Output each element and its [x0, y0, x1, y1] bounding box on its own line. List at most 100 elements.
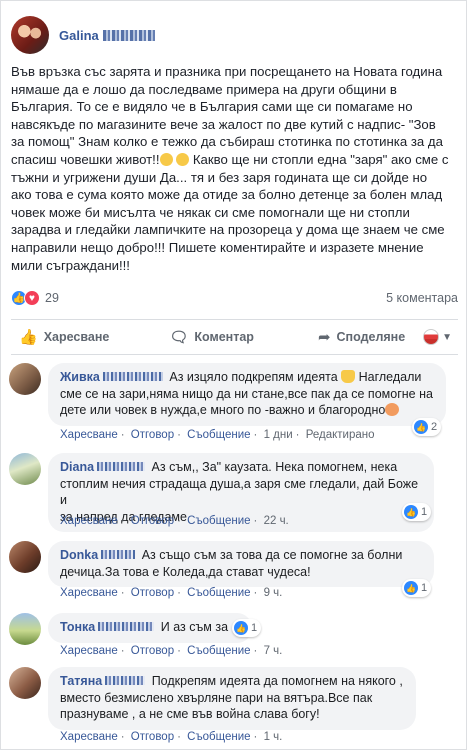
- commenter-name[interactable]: Diana: [60, 460, 94, 474]
- comment-button-label: Коментар: [194, 330, 254, 344]
- reactions-summary: 👍 ♥ 29 5 коментара: [11, 289, 458, 307]
- commenter-avatar[interactable]: [9, 363, 41, 395]
- comment-text: И аз съм за: [160, 620, 229, 634]
- share-arrow-icon: ➦: [317, 329, 331, 346]
- commenter-name[interactable]: Живка: [60, 370, 100, 384]
- commenter-name[interactable]: Donka: [60, 548, 98, 562]
- post-header: Galina: [11, 15, 155, 55]
- commenter-avatar[interactable]: [9, 667, 41, 699]
- commenter-name[interactable]: Тонка: [60, 620, 95, 634]
- like-reaction-icon: 👍: [234, 621, 248, 635]
- like-reaction-icon: 👍: [404, 581, 418, 595]
- crying-face-icon: [159, 152, 173, 166]
- comment-reactions[interactable]: 👍 1: [232, 619, 262, 637]
- post-line: ако това е сума която може да отиде за б…: [11, 187, 443, 203]
- post-line: нямаше да е лошо да последваме примера н…: [11, 81, 397, 97]
- thumbs-up-icon: 👍: [19, 329, 38, 346]
- comment-item: Татяна Подкрепям идеята да помогнем на н…: [9, 667, 461, 747]
- comment-text: дечица.За това е Коледа,да стават чудеса…: [60, 564, 311, 579]
- post-line: направили нещо добро!!! Пишете коментира…: [11, 239, 424, 255]
- comment-text: Аз изцяло подкрепям идеята: [169, 370, 338, 384]
- comment-message-link[interactable]: Съобщение: [187, 515, 250, 527]
- comment-reactions[interactable]: 👍 1: [402, 579, 432, 597]
- comment-bubble: Тонка И аз съм за: [48, 613, 252, 643]
- comment-item: Diana Аз съм,, За" каузата. Нека помогне…: [9, 453, 461, 532]
- comment-reply-link[interactable]: Отговор: [131, 515, 174, 527]
- smiling-hearts-emoji-icon: [385, 403, 400, 416]
- comment-meta: Харесване · Отговор · Съобщение · 22 ч.: [60, 515, 289, 527]
- comment-message-link[interactable]: Съобщение: [187, 587, 250, 599]
- comment-reply-link[interactable]: Отговор: [131, 429, 174, 441]
- comment-reply-link[interactable]: Отговор: [131, 731, 174, 743]
- like-reaction-icon: 👍: [404, 505, 418, 519]
- comment-edited-label[interactable]: Редактирано: [306, 429, 375, 441]
- profile-mini-avatar: [423, 329, 440, 345]
- comment-reaction-count: 2: [431, 421, 438, 433]
- comment-reaction-count: 1: [421, 506, 428, 518]
- comment-time[interactable]: 22 ч.: [264, 515, 289, 527]
- post-action-bar: 👍 Харесване 🗨 Коментар ➦ Споделяне ▼: [11, 319, 458, 355]
- post-line: за помощ" Знам колко е тежко да събираш …: [11, 134, 443, 150]
- comment-item: Живка Аз изцяло подкрепям идеята Нагледа…: [9, 363, 461, 445]
- post-line: Във връзка със зарята и празника при пос…: [11, 64, 443, 79]
- comment-item: Donka Аз също съм за това да се помогне …: [9, 541, 461, 603]
- author-name[interactable]: Galina: [59, 28, 99, 43]
- comment-bubble: Татяна Подкрепям идеята да помогнем на н…: [48, 667, 416, 730]
- comment-text: дете или човек в нужда,е много по -важно…: [60, 403, 386, 417]
- comment-text: Аз също съм за това да се помогне за бол…: [141, 548, 403, 562]
- comment-like-link[interactable]: Харесване: [60, 587, 118, 599]
- comment-button[interactable]: 🗨 Коментар: [169, 328, 254, 346]
- blurred-surname: [97, 462, 146, 471]
- comment-bubble: Живка Аз изцяло подкрепям идеята Нагледа…: [48, 363, 446, 426]
- comment-meta: Харесване · Отговор · Съобщение · 1 ч.: [60, 731, 283, 743]
- chevron-down-icon: ▼: [442, 331, 452, 343]
- comment-reply-link[interactable]: Отговор: [131, 645, 174, 657]
- post-line: тъжни и угрижени души Да... тя и без зар…: [11, 169, 428, 185]
- commenter-avatar[interactable]: [9, 613, 41, 645]
- post-line: мили съграждани!!!: [11, 257, 130, 273]
- post-line: човек може би мисълта че някак си сме по…: [11, 204, 410, 220]
- post-line: зарадва и гледайки лампичките на прозоре…: [11, 222, 445, 238]
- comment-message-link[interactable]: Съобщение: [187, 645, 250, 657]
- thumbs-up-emoji-icon: [341, 370, 356, 383]
- author-avatar[interactable]: [11, 16, 49, 54]
- speech-bubble-icon: 🗨: [169, 329, 189, 346]
- post-line: навсякъде по магазините вече за жалост п…: [11, 116, 436, 132]
- commenter-name[interactable]: Татяна: [60, 674, 102, 688]
- comments-count-link[interactable]: 5 коментара: [386, 291, 458, 305]
- comment-time[interactable]: 7 ч.: [264, 645, 283, 657]
- comment-reaction-count: 1: [251, 622, 258, 634]
- post-line: Какво ще ни стопли една "заря" ако сме с: [189, 151, 449, 167]
- reaction-count[interactable]: 29: [45, 291, 59, 305]
- love-reaction-icon[interactable]: ♥: [24, 290, 40, 306]
- share-button[interactable]: ➦ Споделяне: [318, 328, 405, 346]
- like-reaction-icon: 👍: [414, 420, 428, 434]
- comment-time[interactable]: 1 дни: [264, 429, 293, 441]
- share-button-label: Споделяне: [336, 330, 406, 344]
- comment-like-link[interactable]: Харесване: [60, 429, 118, 441]
- comment-like-link[interactable]: Харесване: [60, 645, 118, 657]
- comment-meta: Харесване · Отговор · Съобщение · 7 ч.: [60, 645, 283, 657]
- comment-text: стоплим нечия страдаща душа,а заря сме г…: [60, 476, 419, 508]
- comment-message-link[interactable]: Съобщение: [187, 731, 250, 743]
- like-button-label: Харесване: [43, 330, 110, 344]
- comment-meta: Харесване · Отговор · Съобщение · 9 ч.: [60, 587, 283, 599]
- comment-reactions[interactable]: 👍 1: [402, 503, 432, 521]
- commenter-avatar[interactable]: [9, 541, 41, 573]
- comment-time[interactable]: 1 ч.: [264, 731, 283, 743]
- comment-reply-link[interactable]: Отговор: [131, 587, 174, 599]
- commenter-avatar[interactable]: [9, 453, 41, 485]
- comment-reactions[interactable]: 👍 2: [412, 418, 442, 436]
- post-as-selector[interactable]: ▼: [423, 329, 452, 345]
- like-button[interactable]: 👍 Харесване: [19, 328, 109, 346]
- comment-time[interactable]: 9 ч.: [264, 587, 283, 599]
- facebook-post: Galina Във връзка със зарята и празника …: [0, 0, 467, 750]
- comment-bubble: Donka Аз също съм за това да се помогне …: [48, 541, 434, 587]
- comment-reaction-count: 1: [421, 582, 428, 594]
- blurred-surname: [101, 550, 136, 559]
- comment-message-link[interactable]: Съобщение: [187, 429, 250, 441]
- comment-like-link[interactable]: Харесване: [60, 515, 118, 527]
- comment-like-link[interactable]: Харесване: [60, 731, 118, 743]
- post-text: Във връзка със зарята и празника при пос…: [11, 63, 463, 274]
- blurred-surname: [105, 676, 146, 685]
